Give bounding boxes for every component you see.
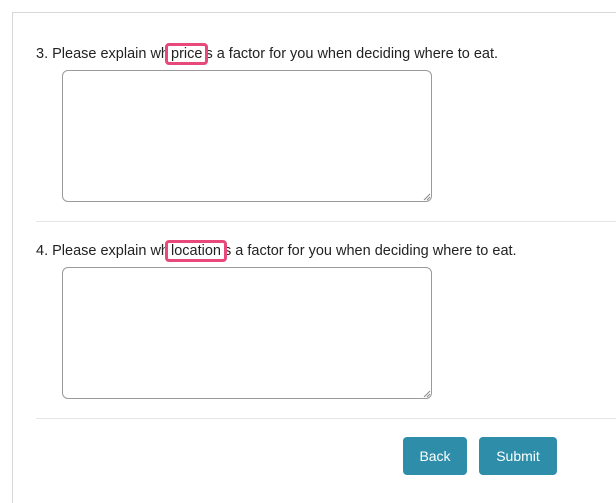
question-3-prefix: 3. Please explain wh <box>36 46 169 62</box>
section-divider <box>36 418 616 419</box>
question-4-highlight: location <box>165 240 227 262</box>
submit-button[interactable]: Submit <box>479 437 557 475</box>
resize-grip-icon[interactable] <box>423 193 431 201</box>
question-4-suffix: s a factor for you when deciding where t… <box>223 243 517 259</box>
question-3-highlight: price <box>165 43 209 65</box>
question-4-text: 4. Please explain wh location s a factor f… <box>36 240 517 262</box>
question-3-suffix: s a factor for you when deciding where t… <box>205 46 499 62</box>
question-3-text: 3. Please explain wh price s a factor for … <box>36 43 498 65</box>
question-3-answer[interactable] <box>62 70 432 202</box>
question-4-prefix: 4. Please explain wh <box>36 243 169 259</box>
question-4-answer[interactable] <box>62 267 432 399</box>
section-divider <box>36 221 616 222</box>
resize-grip-icon[interactable] <box>423 390 431 398</box>
back-button[interactable]: Back <box>403 437 467 475</box>
